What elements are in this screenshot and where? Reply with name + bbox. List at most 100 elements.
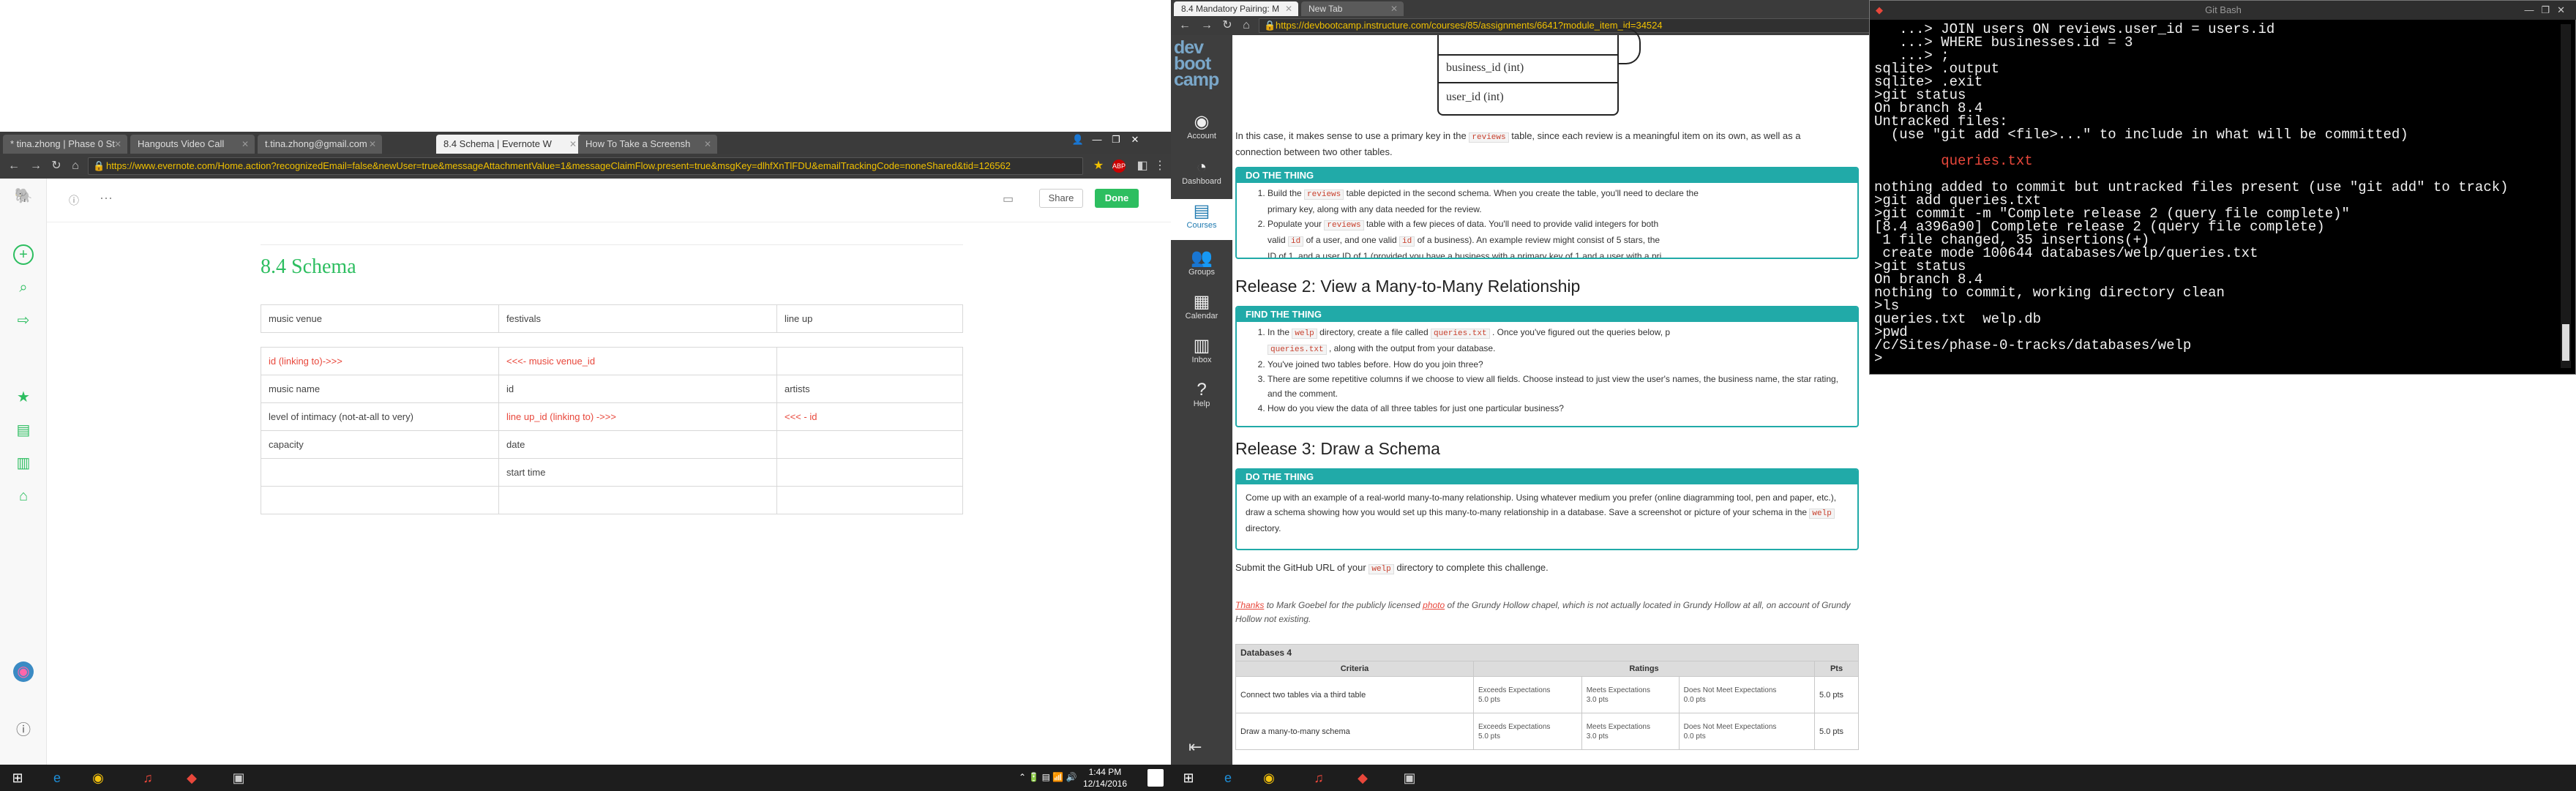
chrome-icon[interactable]: ◉ <box>86 768 110 788</box>
tab-phase0[interactable]: * tina.zhong | Phase 0 St ✕ <box>3 135 127 154</box>
avatar[interactable]: ◉ <box>13 661 34 682</box>
git-icon[interactable]: ◆ <box>180 768 203 788</box>
shortcuts-icon[interactable]: ★ <box>13 387 34 408</box>
tray-icons[interactable]: ⌃ 🔋 ▤ 📶 🔊 <box>1019 772 1077 782</box>
table-cell[interactable]: capacity <box>261 430 499 459</box>
new-note-icon[interactable]: + <box>13 244 34 265</box>
devbootcamp-logo[interactable]: dev boot camp <box>1171 39 1232 89</box>
table-cell[interactable]: <<<- music venue_id <box>498 347 777 375</box>
itunes-icon[interactable]: ♫ <box>1307 768 1330 788</box>
chrome-icon[interactable]: ◉ <box>1257 768 1281 788</box>
close-icon[interactable]: ✕ <box>369 135 376 154</box>
evernote-logo-icon[interactable]: 🐘 <box>13 186 34 206</box>
table-cell[interactable]: artists <box>776 375 963 403</box>
tab-canvas-assignment[interactable]: 8.4 Mandatory Pairing: M ✕ <box>1174 1 1298 16</box>
terminal-icon[interactable]: ▣ <box>227 768 250 788</box>
restore-icon[interactable]: ❐ <box>1107 132 1126 148</box>
close-icon[interactable]: ✕ <box>1390 1 1398 16</box>
terminal-output[interactable]: ...> JOIN users ON reviews.user_id = use… <box>1874 23 2555 372</box>
table-cell[interactable]: date <box>498 430 777 459</box>
close-icon[interactable]: ✕ <box>1285 1 1292 16</box>
notifications-icon[interactable] <box>1147 769 1164 787</box>
info-icon[interactable]: ⓘ <box>69 193 79 208</box>
table-cell[interactable]: line up_id (linking to) ->>> <box>498 402 777 431</box>
close-window-icon[interactable]: ✕ <box>1126 132 1145 148</box>
back-icon[interactable]: ← <box>7 160 20 173</box>
close-icon[interactable]: ✕ <box>114 135 121 154</box>
internet-explorer-icon[interactable]: e <box>1216 768 1240 788</box>
table-cell[interactable] <box>261 458 499 487</box>
git-bash-window[interactable]: ◆ Git Bash —❐✕ ...> JOIN users ON review… <box>1869 0 2576 375</box>
table-cell[interactable]: id <box>498 375 777 403</box>
extension-icon[interactable]: ◧ <box>1136 160 1149 173</box>
table-cell[interactable] <box>776 458 963 487</box>
nav-groups[interactable]: 👥 Groups <box>1171 249 1232 277</box>
url-input[interactable]: 🔒 https://www.evernote.com/Home.action?re… <box>88 157 1083 175</box>
table-cell[interactable] <box>776 486 963 514</box>
help-icon[interactable]: ⓘ <box>13 720 34 741</box>
back-icon[interactable]: ← <box>1178 19 1191 32</box>
thanks-link[interactable]: Thanks <box>1235 600 1264 610</box>
minimize-icon[interactable]: — <box>1087 132 1107 148</box>
table-cell[interactable] <box>498 486 777 514</box>
done-button[interactable]: Done <box>1095 189 1139 208</box>
close-icon[interactable]: ✕ <box>569 135 577 154</box>
table-cell[interactable]: id (linking to)->>> <box>261 347 499 375</box>
present-icon[interactable]: ▭ <box>1003 192 1014 206</box>
nav-dashboard[interactable]: ◔ Dashboard <box>1171 158 1232 187</box>
tags-icon[interactable]: ⌂ <box>13 486 34 506</box>
table-cell[interactable] <box>776 347 963 375</box>
terminal-scrollbar[interactable] <box>2561 24 2571 368</box>
more-options[interactable]: ··· <box>100 190 113 206</box>
share-button[interactable]: Share <box>1039 189 1083 208</box>
itunes-icon[interactable]: ♫ <box>136 768 160 788</box>
git-icon[interactable]: ◆ <box>1351 768 1374 788</box>
forward-icon[interactable]: → <box>29 160 42 173</box>
scrollbar-thumb[interactable] <box>2562 324 2569 361</box>
nav-courses[interactable]: ▤ Courses <box>1171 199 1232 240</box>
forward-icon[interactable]: → <box>1200 19 1213 32</box>
close-icon[interactable]: ✕ <box>704 135 711 154</box>
table-cell[interactable] <box>776 430 963 459</box>
schema-table-2[interactable]: id (linking to)->>> <<<- music venue_id … <box>261 347 963 514</box>
home-icon[interactable]: ⌂ <box>1240 19 1253 32</box>
notes-icon[interactable]: ▤ <box>13 420 34 441</box>
window-controls[interactable]: —❐✕ <box>2524 1 2572 20</box>
nav-account[interactable]: ◉ Account <box>1171 113 1232 141</box>
close-icon[interactable]: ✕ <box>242 135 249 154</box>
table-cell[interactable]: music name <box>261 375 499 403</box>
work-chat-icon[interactable]: ⇨ <box>13 310 34 331</box>
reload-icon[interactable]: ↻ <box>1221 19 1234 32</box>
collapse-nav-icon[interactable]: ⇤ <box>1188 738 1202 757</box>
table-cell[interactable]: start time <box>498 458 777 487</box>
terminal-icon[interactable]: ▣ <box>1398 768 1421 788</box>
menu-icon[interactable]: ⋮ <box>1153 160 1167 173</box>
adblock-icon[interactable]: ABP <box>1112 160 1126 173</box>
home-icon[interactable]: ⌂ <box>69 160 82 173</box>
nav-inbox[interactable]: ▥ Inbox <box>1171 337 1232 365</box>
star-icon[interactable]: ★ <box>1092 160 1105 173</box>
user-icon[interactable]: 👤 <box>1068 132 1087 148</box>
photo-link[interactable]: photo <box>1423 600 1445 610</box>
table-cell[interactable] <box>261 486 499 514</box>
table-cell[interactable]: festivals <box>498 304 777 333</box>
tab-new-tab[interactable]: New Tab ✕ <box>1301 1 1404 16</box>
terminal-title-bar[interactable]: ◆ Git Bash —❐✕ <box>1870 1 2576 20</box>
table-cell[interactable]: <<< - id <box>776 402 963 431</box>
table-cell[interactable]: music venue <box>261 304 499 333</box>
windows-start-icon[interactable]: ⊞ <box>1177 768 1200 788</box>
tab-screenshot-howto[interactable]: How To Take a Screensh ✕ <box>578 135 717 154</box>
nav-help[interactable]: ? Help <box>1171 380 1232 409</box>
reload-icon[interactable]: ↻ <box>50 160 63 173</box>
table-cell[interactable]: level of intimacy (not-at-all to very) <box>261 402 499 431</box>
tab-hangouts[interactable]: Hangouts Video Call ✕ <box>130 135 255 154</box>
tab-gmail[interactable]: t.tina.zhong@gmail.com ✕ <box>258 135 382 154</box>
windows-start-icon[interactable]: ⊞ <box>6 768 29 788</box>
schema-table-1[interactable]: music venue festivals line up <box>261 304 963 333</box>
note-title[interactable]: 8.4 Schema <box>261 255 356 279</box>
nav-calendar[interactable]: ▦ Calendar <box>1171 293 1232 321</box>
tab-evernote[interactable]: 8.4 Schema | Evernote W ✕ <box>436 135 583 154</box>
internet-explorer-icon[interactable]: e <box>45 768 69 788</box>
notebooks-icon[interactable]: ▥ <box>13 453 34 473</box>
system-clock[interactable]: 1:44 PM 12/14/2016 <box>1083 766 1127 790</box>
